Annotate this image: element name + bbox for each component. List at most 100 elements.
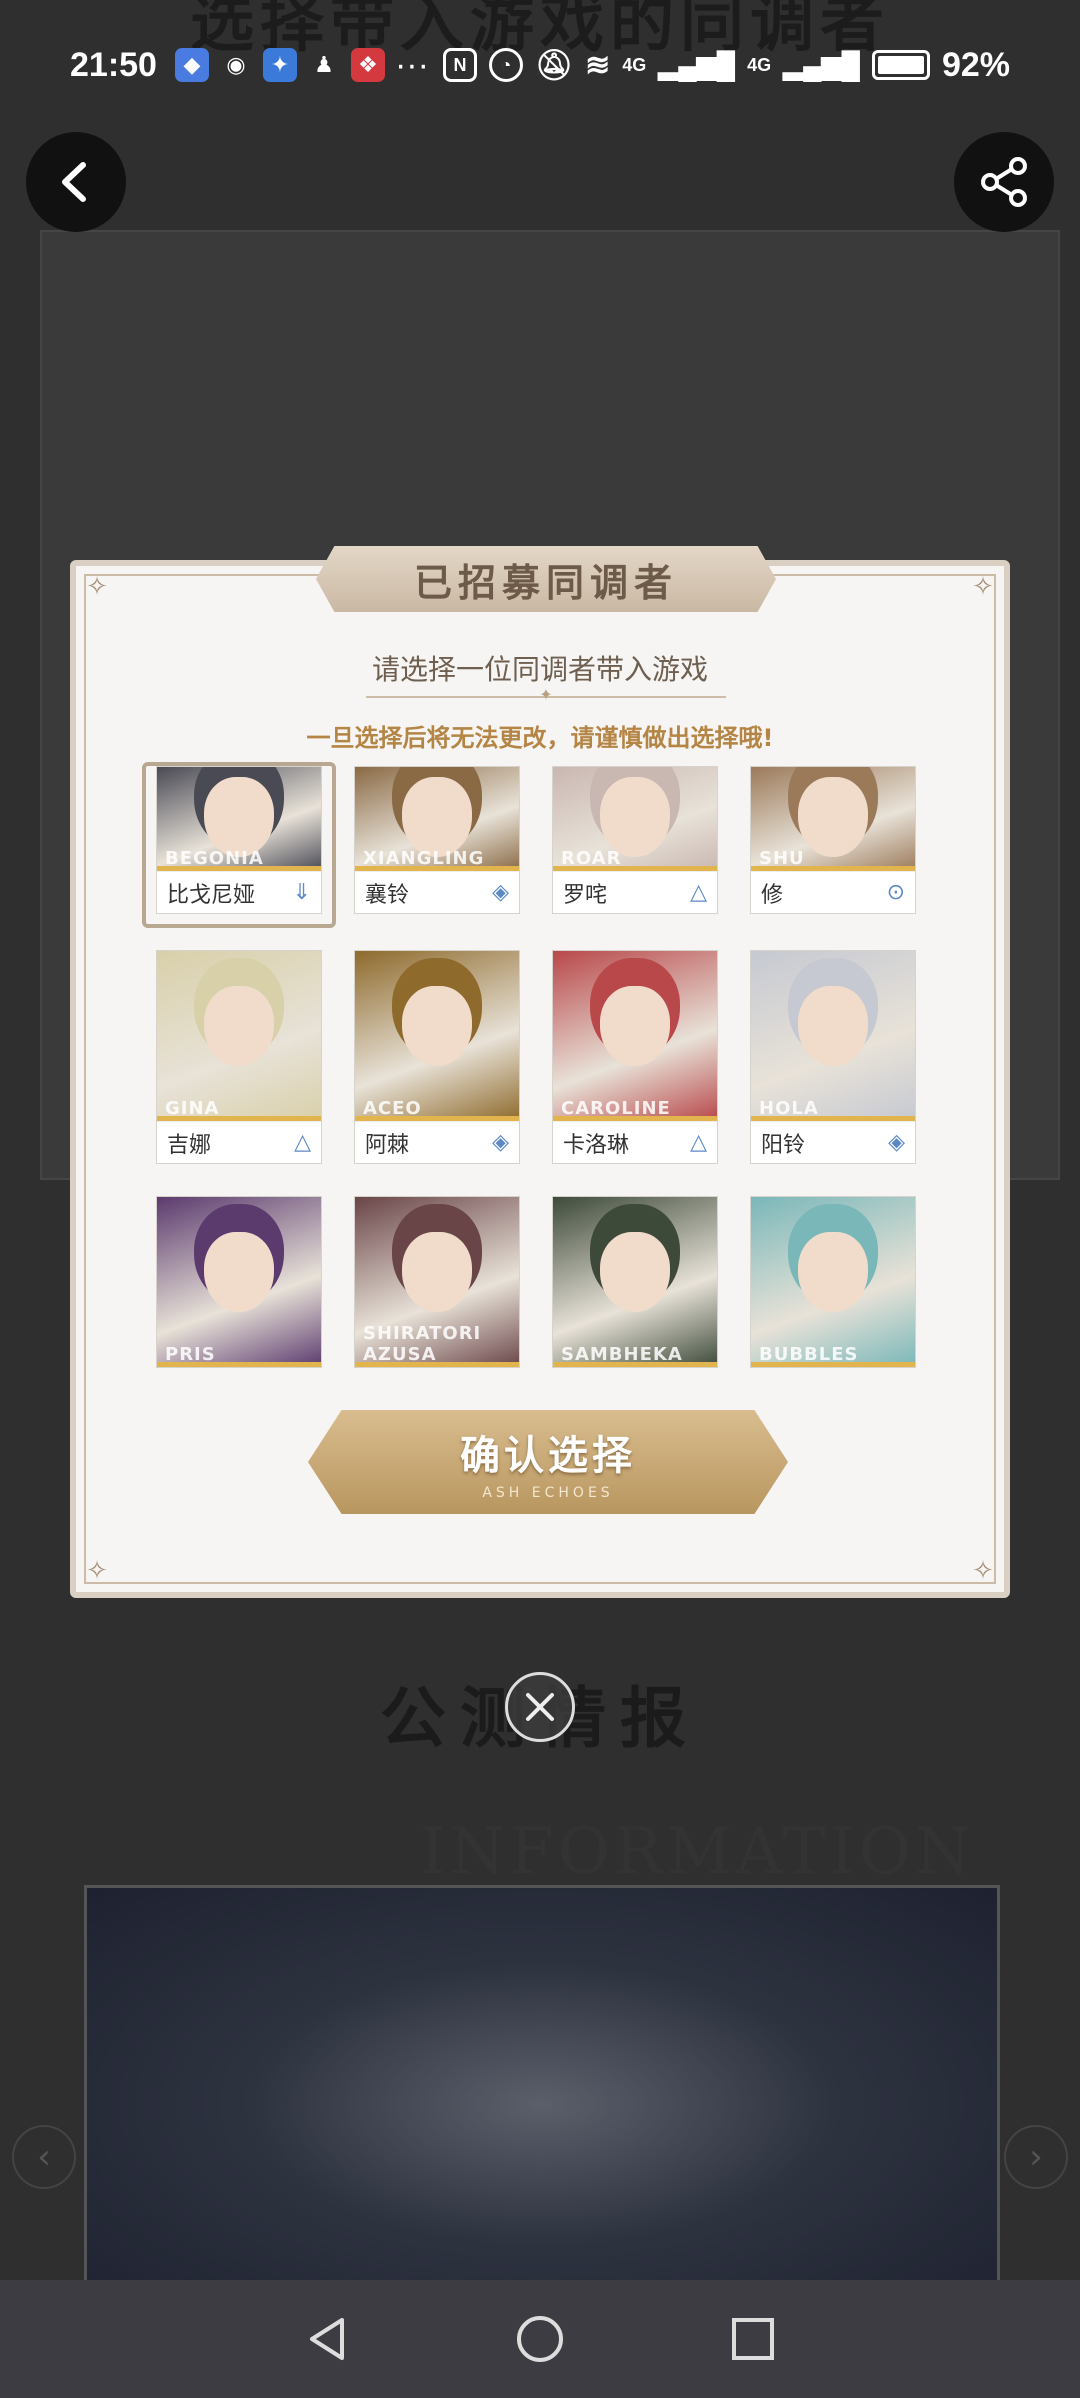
character-name: 襄铃 <box>365 882 410 908</box>
alarm-icon: ◔ <box>488 48 523 82</box>
selected-highlight <box>142 762 336 928</box>
app-notification-icon: ◆ <box>174 48 209 82</box>
character-class-icon: △ <box>294 1130 311 1155</box>
dialog-subtitle: 请选择一位同调者带入游戏 <box>371 653 708 686</box>
network-label-2: 4G <box>747 54 772 75</box>
character-portrait: XIANGLING <box>355 767 519 871</box>
character-face <box>798 776 868 857</box>
bird-app-icon: ✦ <box>262 48 297 82</box>
character-name-row: 阳铃 ◈ <box>751 1121 915 1163</box>
rarity-bar <box>553 866 717 871</box>
corner-ornament-icon: ✧ <box>86 1556 108 1586</box>
character-portrait: CAROLINE <box>553 951 717 1121</box>
character-class-icon: ◈ <box>492 880 509 905</box>
character-card[interactable]: SHU 修 ⊙ <box>750 766 916 914</box>
back-button[interactable] <box>26 132 126 232</box>
character-face <box>600 1231 670 1312</box>
character-name: 阳铃 <box>761 1132 806 1158</box>
nav-recents-icon[interactable] <box>728 2314 778 2364</box>
rarity-bar <box>553 1116 717 1121</box>
character-name: 修 <box>761 882 784 908</box>
share-button[interactable] <box>954 132 1054 232</box>
character-portrait: ROAR <box>553 767 717 871</box>
qq-icon: ♟ <box>314 52 334 77</box>
character-face <box>798 1231 868 1312</box>
system-nav-bar <box>0 2280 1080 2398</box>
character-card[interactable]: ROAR 罗咤 △ <box>552 766 718 914</box>
status-time: 21:50 <box>70 45 157 84</box>
confirm-sublabel: ASH ECHOES <box>482 1485 614 1501</box>
character-portrait: SHIRATORI AZUSA <box>355 1197 519 1367</box>
character-name-row: 罗咤 △ <box>553 871 717 913</box>
close-dialog-button[interactable] <box>505 1672 575 1742</box>
dialog-warning: 一旦选择后将无法更改，请谨慎做出选择哦! <box>306 724 774 752</box>
character-card[interactable]: BUBBLES <box>750 1196 916 1368</box>
nav-home-icon[interactable] <box>515 2314 565 2364</box>
status-bar: 21:50 ◆ ◉ ✦ ♟ ❖ ··· N ◔ 🔕︎ ≋ 4G ▂▄▆█ 4G … <box>0 0 1080 130</box>
character-name: 罗咤 <box>563 882 608 908</box>
background-info-word: INFORMATION <box>420 1815 976 1889</box>
back-arrow-icon <box>62 162 86 202</box>
recruit-dialog: ✧ ✧ ✧ ✧ 已招募同调者 请选择一位同调者带入游戏 ✦ 一旦选择后将无法更改… <box>70 546 1010 1598</box>
character-face <box>600 985 670 1066</box>
character-class-icon: △ <box>690 880 707 905</box>
nav-back-icon[interactable] <box>302 2314 352 2364</box>
carousel-prev-icon[interactable]: ‹ <box>12 2125 76 2189</box>
close-icon <box>526 1693 554 1721</box>
character-name-row: 襄铃 ◈ <box>355 871 519 913</box>
character-face <box>798 985 868 1066</box>
character-name: 卡洛琳 <box>563 1132 630 1158</box>
character-portrait: ACEO <box>355 951 519 1121</box>
dialog-title: 已招募同调者 <box>316 546 776 612</box>
corner-ornament-icon: ✧ <box>972 572 994 602</box>
character-card[interactable]: XIANGLING 襄铃 ◈ <box>354 766 520 914</box>
character-portrait: BUBBLES <box>751 1197 915 1367</box>
notification-icons: ◆ ◉ ✦ ♟ ❖ ··· <box>174 45 429 85</box>
character-card[interactable]: ACEO 阿棘 ◈ <box>354 950 520 1164</box>
rarity-bar <box>355 1362 519 1367</box>
carousel-next-icon[interactable]: › <box>1004 2125 1068 2189</box>
character-face <box>402 1231 472 1312</box>
character-portrait: SAMBHEKA <box>553 1197 717 1367</box>
character-card[interactable]: PRIS <box>156 1196 322 1368</box>
rarity-bar <box>157 1362 321 1367</box>
corner-ornament-icon: ✧ <box>86 572 108 602</box>
character-card[interactable]: SHIRATORI AZUSA <box>354 1196 520 1368</box>
rarity-bar <box>355 866 519 871</box>
character-name-row: 卡洛琳 △ <box>553 1121 717 1163</box>
mute-icon: 🔕︎ <box>534 48 574 82</box>
character-face <box>600 776 670 857</box>
battery-percent: 92% <box>941 45 1010 84</box>
background-key-art <box>84 1885 1000 2280</box>
character-portrait: HOLA <box>751 951 915 1121</box>
share-icon <box>981 157 1027 207</box>
character-name-row: 阿棘 ◈ <box>355 1121 519 1163</box>
system-status: N ◔ 🔕︎ ≋ 4G ▂▄▆█ 4G ▂▄▆█ 92% <box>442 45 1010 85</box>
rarity-bar <box>751 866 915 871</box>
more-notifications-icon: ··· <box>394 45 429 84</box>
character-card[interactable]: CAROLINE 卡洛琳 △ <box>552 950 718 1164</box>
confirm-label: 确认选择 <box>460 1432 636 1479</box>
character-name-row: 修 ⊙ <box>751 871 915 913</box>
character-portrait: GINA <box>157 951 321 1121</box>
character-class-icon: △ <box>690 1130 707 1155</box>
character-class-icon: ⊙ <box>886 880 905 905</box>
divider-star-icon: ✦ <box>539 685 553 704</box>
red-app-icon: ❖ <box>350 48 385 82</box>
signal-icon-1: ▂▄▆█ <box>658 49 736 80</box>
wechat-icon: ◉ <box>226 52 246 77</box>
character-portrait: PRIS <box>157 1197 321 1367</box>
rarity-bar <box>553 1362 717 1367</box>
character-name-row: 吉娜 △ <box>157 1121 321 1163</box>
signal-icon-2: ▂▄▆█ <box>783 49 860 80</box>
character-english-name: SHIRATORI AZUSA <box>363 1323 482 1365</box>
character-face <box>204 1231 274 1312</box>
character-name: 吉娜 <box>167 1132 212 1158</box>
character-card[interactable]: HOLA 阳铃 ◈ <box>750 950 916 1164</box>
confirm-selection-button[interactable]: 确认选择 ASH ECHOES <box>308 1410 788 1514</box>
character-card[interactable]: GINA 吉娜 △ <box>156 950 322 1164</box>
network-label-1: 4G <box>622 54 647 75</box>
character-face <box>402 776 472 857</box>
character-card[interactable]: SAMBHEKA <box>552 1196 718 1368</box>
battery-icon <box>871 50 930 80</box>
